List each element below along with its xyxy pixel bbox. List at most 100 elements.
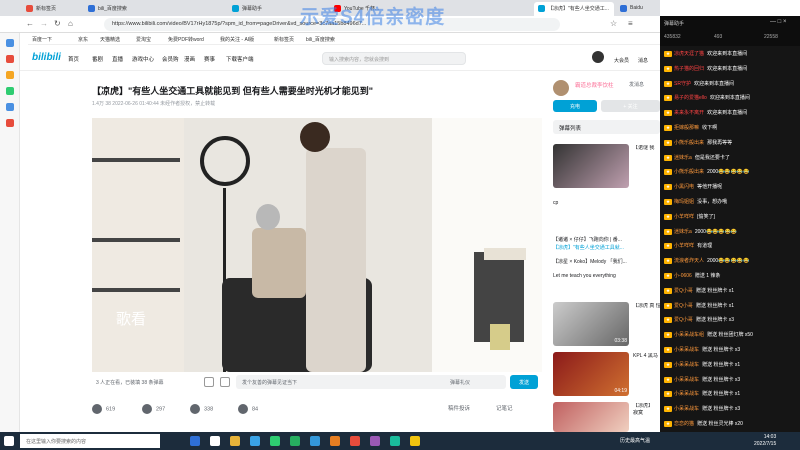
danmaku-list-toggle[interactable]: 弹幕列表 (553, 120, 660, 134)
taskbar-app-icon[interactable] (250, 436, 260, 446)
bookmark-item[interactable]: 百度一下 (32, 36, 52, 43)
bilibili-logo[interactable]: bilibili (32, 52, 61, 63)
chat-username[interactable]: 小羊咩咩 (674, 214, 694, 220)
chat-username[interactable]: 爱Q小哥 (674, 288, 693, 294)
sidebar-app-icon[interactable] (6, 55, 14, 63)
like-button[interactable]: 619 (92, 404, 115, 414)
nav-game[interactable]: 游戏中心 (132, 55, 154, 63)
recommend-item[interactable]: 04:19 KPL 4 黑马 (553, 352, 660, 398)
system-clock[interactable]: 14:03 2022/7/15 (754, 434, 776, 448)
sidebar-app-icon[interactable] (6, 103, 14, 111)
favorite-button[interactable]: 338 (190, 404, 213, 414)
chat-username[interactable]: 小呆呆战车 (674, 362, 699, 368)
chat-username[interactable]: 迷妹乐a (674, 155, 692, 161)
report-link[interactable]: 稿件投诉 (448, 404, 470, 412)
taskbar-app-icon[interactable] (210, 436, 220, 446)
follow-button[interactable]: + 关注 (601, 100, 660, 112)
bookmark-item[interactable]: bili_百度搜索 (306, 36, 335, 43)
chat-username[interactable]: 小-0606 (674, 273, 692, 279)
chat-username[interactable]: 小呆呆战车 (674, 391, 699, 397)
taskbar-app-icon[interactable] (330, 436, 340, 446)
share-button[interactable]: 84 (238, 404, 258, 414)
nav-esports[interactable]: 赛事 (204, 55, 215, 63)
danmaku-toggle-icon[interactable] (204, 377, 214, 387)
danmaku-settings-icon[interactable] (220, 377, 230, 387)
bookmark-item[interactable]: 我的关注 - AI版 (220, 36, 254, 43)
back-icon[interactable]: ← (26, 19, 34, 28)
chat-username[interactable]: 恋恋的猫 (674, 421, 694, 427)
nav-download[interactable]: 下载客户端 (226, 55, 254, 63)
taskbar-app-icon[interactable] (310, 436, 320, 446)
nav-live[interactable]: 直播 (112, 55, 123, 63)
taskbar-app-icon[interactable] (410, 436, 420, 446)
chat-username[interactable]: 凉虎天涯了猫 (674, 51, 704, 57)
recommend-item[interactable]: 03:38 【凉虎 真 恒 (553, 302, 661, 348)
vip-link[interactable]: 大会员 (614, 57, 629, 64)
sidebar-app-icon[interactable] (6, 87, 14, 95)
bookmark-item[interactable]: 新标签页 (274, 36, 294, 43)
recommend-line[interactable]: 【凉虎】"有些人坐交通工具就... (553, 244, 660, 252)
reload-icon[interactable]: ↻ (54, 19, 61, 28)
recommend-item[interactable]: 【凉虎】 寂寞 (553, 402, 660, 432)
taskbar-app-icon[interactable] (350, 436, 360, 446)
bookmark-item[interactable]: 免费PDF转word (168, 36, 204, 43)
sidebar-app-icon[interactable] (6, 71, 14, 79)
start-icon[interactable] (4, 436, 14, 446)
bookmark-item[interactable]: 京东 (78, 36, 88, 43)
browser-tab[interactable]: 新标签页 (22, 2, 82, 16)
recommend-item[interactable]: cp (553, 200, 660, 210)
taskbar-app-icon[interactable] (290, 436, 300, 446)
chat-username[interactable]: 小呆呆战车 (674, 377, 699, 383)
charge-button[interactable]: 充电 (553, 100, 597, 112)
nav-manga[interactable]: 漫画 (184, 55, 195, 63)
chat-username[interactable]: 拒嫁般那嘛 (674, 125, 699, 131)
chat-username[interactable]: SR守护 (674, 81, 691, 87)
chat-username[interactable]: 小熊乐般出来 (674, 140, 704, 146)
bookmark-item[interactable]: 天猫精选 (100, 36, 120, 43)
chat-window-controls-icon[interactable]: — □ × (770, 19, 786, 25)
taskbar-app-icon[interactable] (230, 436, 240, 446)
chat-username[interactable]: 小熊乐般出来 (674, 169, 704, 175)
message-link[interactable]: 消息 (638, 57, 648, 64)
home-icon[interactable]: ⌂ (68, 19, 73, 28)
menu-icon[interactable]: ≡ (628, 19, 633, 28)
chat-username[interactable]: 来来永不离开 (674, 110, 704, 116)
chat-username[interactable]: 小黑闪电 (674, 184, 694, 190)
nav-anime[interactable]: 番剧 (92, 55, 103, 63)
video-player[interactable]: 歌看 (92, 118, 542, 372)
taskbar-app-icon[interactable] (270, 436, 280, 446)
search-input[interactable]: 输入搜索内容，您就会搜到 (322, 52, 466, 65)
danmaku-etiquette-link[interactable]: 弹幕礼仪 (450, 379, 470, 386)
browser-tab[interactable]: Baidu (616, 2, 658, 16)
chat-username[interactable]: 迷妹乐a (674, 229, 692, 235)
chat-username[interactable]: 热子猫的回归 (674, 66, 704, 72)
recommend-line[interactable]: 【凉星 × Koko】Melody 「我们... (553, 258, 660, 266)
recommend-item[interactable]: 【诺谜 我 (553, 144, 660, 190)
browser-tab-active[interactable]: 【凉虎】"有些人坐交通工... (534, 2, 614, 16)
taskbar-app-icon[interactable] (190, 436, 200, 446)
chat-username[interactable]: 爱Q小哥 (674, 317, 693, 323)
bookmark-item[interactable]: 爱淘宝 (136, 36, 151, 43)
forward-icon[interactable]: → (40, 19, 48, 28)
star-bookmark-icon[interactable]: ☆ (610, 19, 617, 28)
weibo-icon[interactable] (6, 119, 14, 127)
message-uploader-link[interactable]: 发消息 (629, 81, 644, 88)
taskbar-app-icon[interactable] (390, 436, 400, 446)
chat-username[interactable]: 小呆呆战车 (674, 347, 699, 353)
chat-username[interactable]: 小呆呆战车 (674, 406, 699, 412)
chat-username[interactable]: 易子的爱猫ello (674, 95, 707, 101)
chat-username[interactable]: 小羊咩咩 (674, 243, 694, 249)
note-link[interactable]: 记笔记 (496, 404, 513, 412)
coin-button[interactable]: 297 (142, 404, 165, 414)
recommend-line[interactable]: Let me teach you everything (553, 272, 660, 280)
user-avatar[interactable] (592, 51, 604, 63)
chat-username[interactable]: 爱Q小哥 (674, 303, 693, 309)
taskbar-app-icon[interactable] (370, 436, 380, 446)
nav-shop[interactable]: 会员购 (162, 55, 179, 63)
sidebar-app-icon[interactable] (6, 39, 14, 47)
chat-username[interactable]: 小呆呆战车组 (674, 332, 704, 338)
browser-tab[interactable]: bili_百度搜索 (84, 2, 184, 16)
uploader-avatar[interactable] (553, 80, 569, 96)
taskbar-search-input[interactable]: 在这里输入你要搜索的内容 (20, 434, 160, 448)
chat-username[interactable]: 流浪者炸天人 (674, 258, 704, 264)
